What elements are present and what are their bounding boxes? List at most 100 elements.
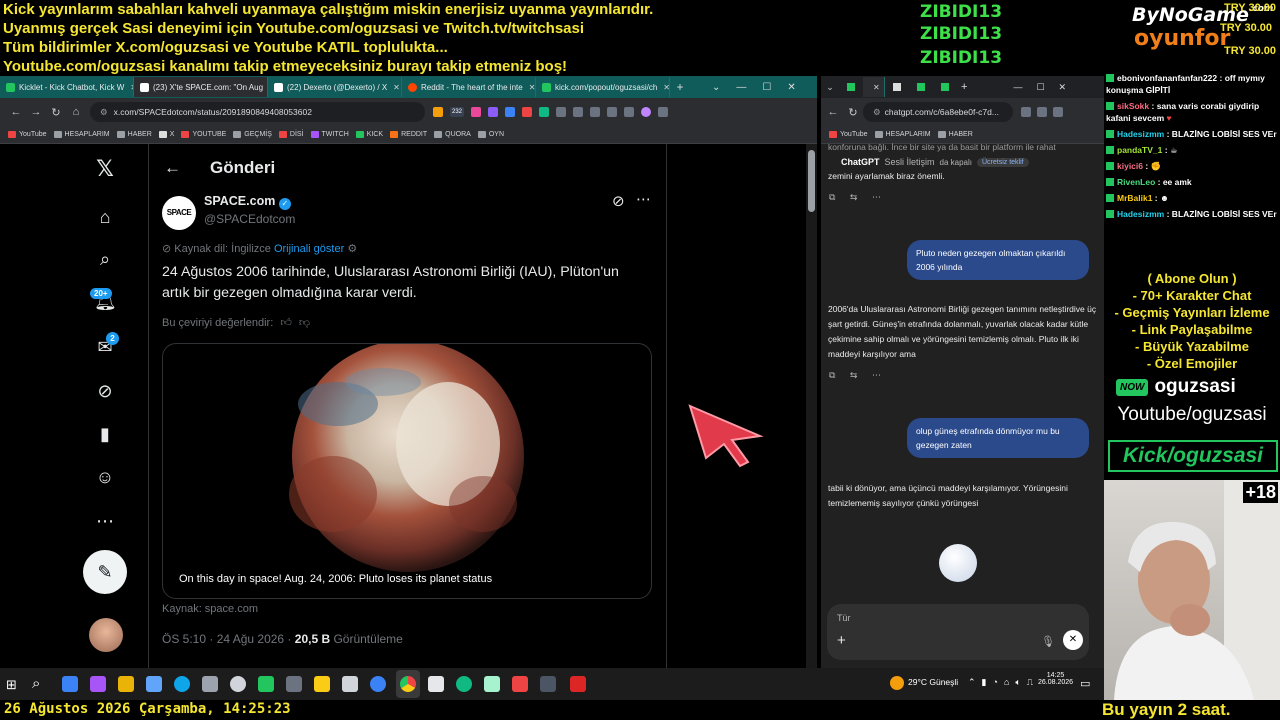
tab-chatgpt[interactable]: ✕ (863, 77, 885, 97)
app-icon[interactable] (230, 676, 246, 692)
edge-icon[interactable] (174, 676, 190, 692)
bookmark-folder[interactable]: HABER (116, 131, 152, 138)
maximize-button[interactable]: ☐ (1036, 82, 1044, 93)
tab-kick-popout[interactable]: kick.com/popout/oguzsasi/ch ✕ (536, 77, 670, 97)
bookmark-folder[interactable]: HESAPLARIM (874, 131, 931, 138)
url-bar[interactable]: ⚙ chatgpt.com/c/6a8ebe0f-c7d... (863, 102, 1013, 122)
app-icon[interactable] (258, 676, 274, 692)
message-actions[interactable]: ⧉ ⇆ ⋯ (829, 370, 887, 381)
sidebar-icon[interactable] (624, 107, 634, 117)
tab-search-icon[interactable]: ⌄ (712, 82, 720, 93)
search-icon[interactable]: ⌕ (94, 248, 116, 270)
tab-icon[interactable] (917, 83, 925, 91)
extension-icon[interactable] (433, 107, 443, 117)
account-avatar[interactable] (89, 618, 123, 652)
extension-icon[interactable] (505, 107, 515, 117)
extension-icon[interactable] (471, 107, 481, 117)
author-avatar[interactable]: SPACE (162, 196, 196, 230)
app-icon[interactable] (570, 676, 586, 692)
brave-icon[interactable] (512, 676, 528, 692)
site-info-icon[interactable]: ⚙ (873, 107, 881, 118)
bookmark-folder[interactable]: HESAPLARIM (53, 131, 110, 138)
extension-icon[interactable] (522, 107, 532, 117)
tab-icon[interactable] (941, 83, 949, 91)
reload-icon[interactable]: ↻ (843, 106, 863, 119)
back-arrow-icon[interactable]: ← (164, 158, 181, 178)
weather-text[interactable]: 29°C Güneşli (908, 677, 958, 687)
x-logo-icon[interactable]: 𝕏 (94, 158, 116, 180)
notification-center-icon[interactable]: ▭ (1080, 677, 1090, 690)
profile-avatar[interactable] (641, 107, 651, 117)
star-icon[interactable] (556, 107, 566, 117)
app-icon[interactable] (456, 676, 472, 692)
chrome-icon[interactable] (400, 676, 416, 692)
source-link[interactable]: Kaynak: space.com (162, 603, 258, 615)
home-icon[interactable]: ⌂ (94, 206, 116, 228)
attach-plus-button[interactable]: + (837, 632, 846, 649)
tab-kicklet[interactable]: Kicklet - Kick Chatbot, Kick W✕ (0, 77, 134, 97)
back-icon[interactable]: ← (823, 106, 843, 118)
bookmarks-icon[interactable]: ▮ (94, 423, 116, 445)
close-icon[interactable]: ✕ (663, 83, 669, 92)
tab-icon[interactable] (847, 83, 855, 91)
end-voice-button[interactable]: ✕ (1063, 630, 1083, 650)
composer-input[interactable]: Tür (837, 613, 851, 623)
forward-icon[interactable]: → (26, 106, 46, 118)
grok-icon[interactable]: ⊘ (94, 380, 116, 402)
extension-icon[interactable] (488, 107, 498, 117)
close-window-button[interactable]: ✕ (1059, 82, 1067, 93)
app-icon[interactable] (90, 676, 106, 692)
thumbs-up-icon[interactable]: 👍︎ (280, 317, 292, 329)
new-tab-button[interactable]: + (670, 80, 690, 94)
close-icon[interactable]: ✕ (529, 83, 535, 92)
extension-icon[interactable] (539, 107, 549, 117)
scrollbar-thumb[interactable] (808, 150, 815, 212)
puzzle-icon[interactable] (607, 107, 617, 117)
compose-post-button[interactable]: ✎ (83, 550, 127, 594)
bookmark-youtube[interactable]: YouTube (829, 131, 868, 138)
bookmark-folder[interactable]: QUORA (434, 131, 471, 138)
more-options-icon[interactable]: ⋯ (636, 190, 651, 208)
show-original-link[interactable]: Orijinali göster (274, 243, 344, 255)
app-icon[interactable] (428, 676, 444, 692)
bookmark-folder[interactable]: DİSİ (278, 131, 304, 138)
bookmark-youtube[interactable]: YouTube (8, 131, 47, 138)
tab-icon[interactable] (893, 83, 901, 91)
extension-icon[interactable] (1021, 107, 1031, 117)
download-icon[interactable] (590, 107, 600, 117)
close-icon[interactable]: ✕ (393, 83, 400, 92)
close-window-button[interactable]: ✕ (787, 82, 795, 93)
minimize-button[interactable]: — (1013, 82, 1022, 92)
message-actions[interactable]: ⧉ ⇆ ⋯ (829, 192, 887, 203)
extension-icon[interactable] (1037, 107, 1047, 117)
minimize-button[interactable]: — (736, 82, 746, 93)
app-icon[interactable] (314, 676, 330, 692)
author-handle[interactable]: @SPACEdotcom (204, 212, 295, 226)
app-icon[interactable] (342, 676, 358, 692)
settings-icon[interactable]: ⚙ (347, 243, 357, 255)
new-tab-button[interactable]: + (961, 81, 967, 93)
tab-x-space[interactable]: (23) X'te SPACE.com: "On Aug✕ (134, 77, 268, 97)
weather-sun-icon[interactable] (890, 676, 904, 690)
profile-icon[interactable]: ☺ (94, 466, 116, 488)
bookmark-folder[interactable]: OYN (477, 131, 504, 138)
bookmark-folder[interactable]: YOUTUBE (181, 131, 226, 138)
history-icon[interactable] (573, 107, 583, 117)
menu-icon[interactable] (1053, 107, 1063, 117)
bookmark-folder[interactable]: HABER (937, 131, 973, 138)
start-windows-icon[interactable]: ⊞ (6, 677, 17, 693)
thumbs-down-icon[interactable]: 👎︎ (299, 317, 310, 329)
site-info-icon[interactable]: ⚙ (100, 107, 108, 118)
home-icon[interactable]: ⌂ (66, 106, 86, 118)
grok-explain-icon[interactable]: ⊘ (612, 192, 625, 210)
app-icon[interactable] (62, 676, 78, 692)
voice-mode-banner[interactable]: ChatGPT Sesli İletişim da kapalı Ücretsi… (841, 154, 1093, 170)
file-explorer-icon[interactable] (118, 676, 134, 692)
more-icon[interactable]: ⋯ (94, 510, 116, 532)
bookmark-folder[interactable]: GEÇMİŞ (233, 131, 272, 138)
url-bar[interactable]: ⚙ x.com/SPACEdotcom/status/2091890849408… (90, 102, 425, 122)
tray-icons[interactable]: ⌃▮◔⌂🔈︎⎍ (968, 677, 1039, 688)
link-card[interactable]: On this day in space! Aug. 24, 2006: Plu… (162, 343, 652, 599)
menu-icon[interactable] (658, 107, 668, 117)
app-icon[interactable] (286, 676, 302, 692)
